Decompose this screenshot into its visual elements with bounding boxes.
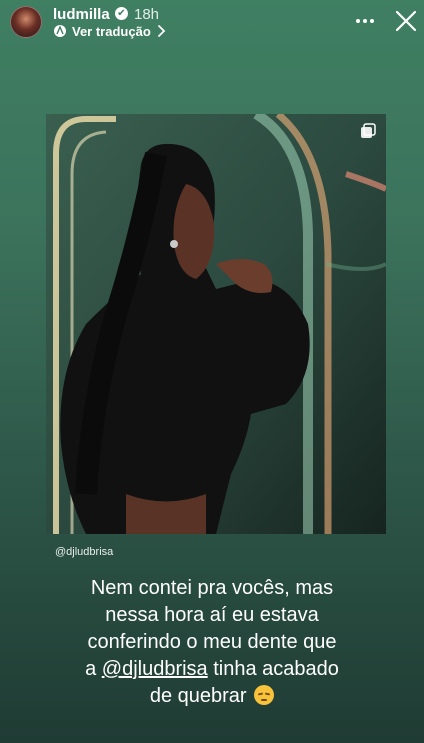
caption-text: de quebrar — [149, 685, 247, 707]
performer-photo — [46, 114, 386, 534]
multiple-photos-icon — [361, 123, 376, 138]
caption-line: conferindo o meu dente que — [87, 631, 337, 653]
story-header: ludmilla ✔ 18h Ver tradução — [0, 0, 424, 48]
translate-label: Ver tradução — [72, 23, 151, 39]
verified-badge-icon: ✔ — [115, 7, 128, 20]
caption-line: Nem contei pra vocês, mas — [90, 577, 334, 599]
photo-credit[interactable]: @djludbrisa — [55, 546, 113, 558]
story-photo[interactable] — [46, 114, 386, 534]
caption-text: a — [85, 658, 102, 680]
close-icon[interactable] — [394, 9, 418, 33]
post-time: 18h — [134, 6, 160, 23]
mention-link[interactable]: @djludbrisa — [102, 658, 208, 680]
username[interactable]: ludmilla — [53, 6, 110, 23]
chevron-right-icon — [157, 25, 166, 37]
caption-line: de quebrar — [20, 683, 404, 710]
avatar[interactable] — [10, 6, 42, 38]
caption-line: a @djludbrisa tinha acabado — [20, 656, 404, 683]
unamused-face-icon — [254, 685, 275, 705]
translate-icon — [54, 25, 66, 37]
caption-line: nessa hora aí eu estava — [105, 604, 319, 626]
more-dots-icon[interactable] — [352, 8, 378, 34]
story-caption: Nem contei pra vocês, mas nessa hora aí … — [20, 575, 404, 710]
caption-text: tinha acabado — [207, 658, 339, 680]
translate-button[interactable]: Ver tradução — [53, 23, 166, 39]
